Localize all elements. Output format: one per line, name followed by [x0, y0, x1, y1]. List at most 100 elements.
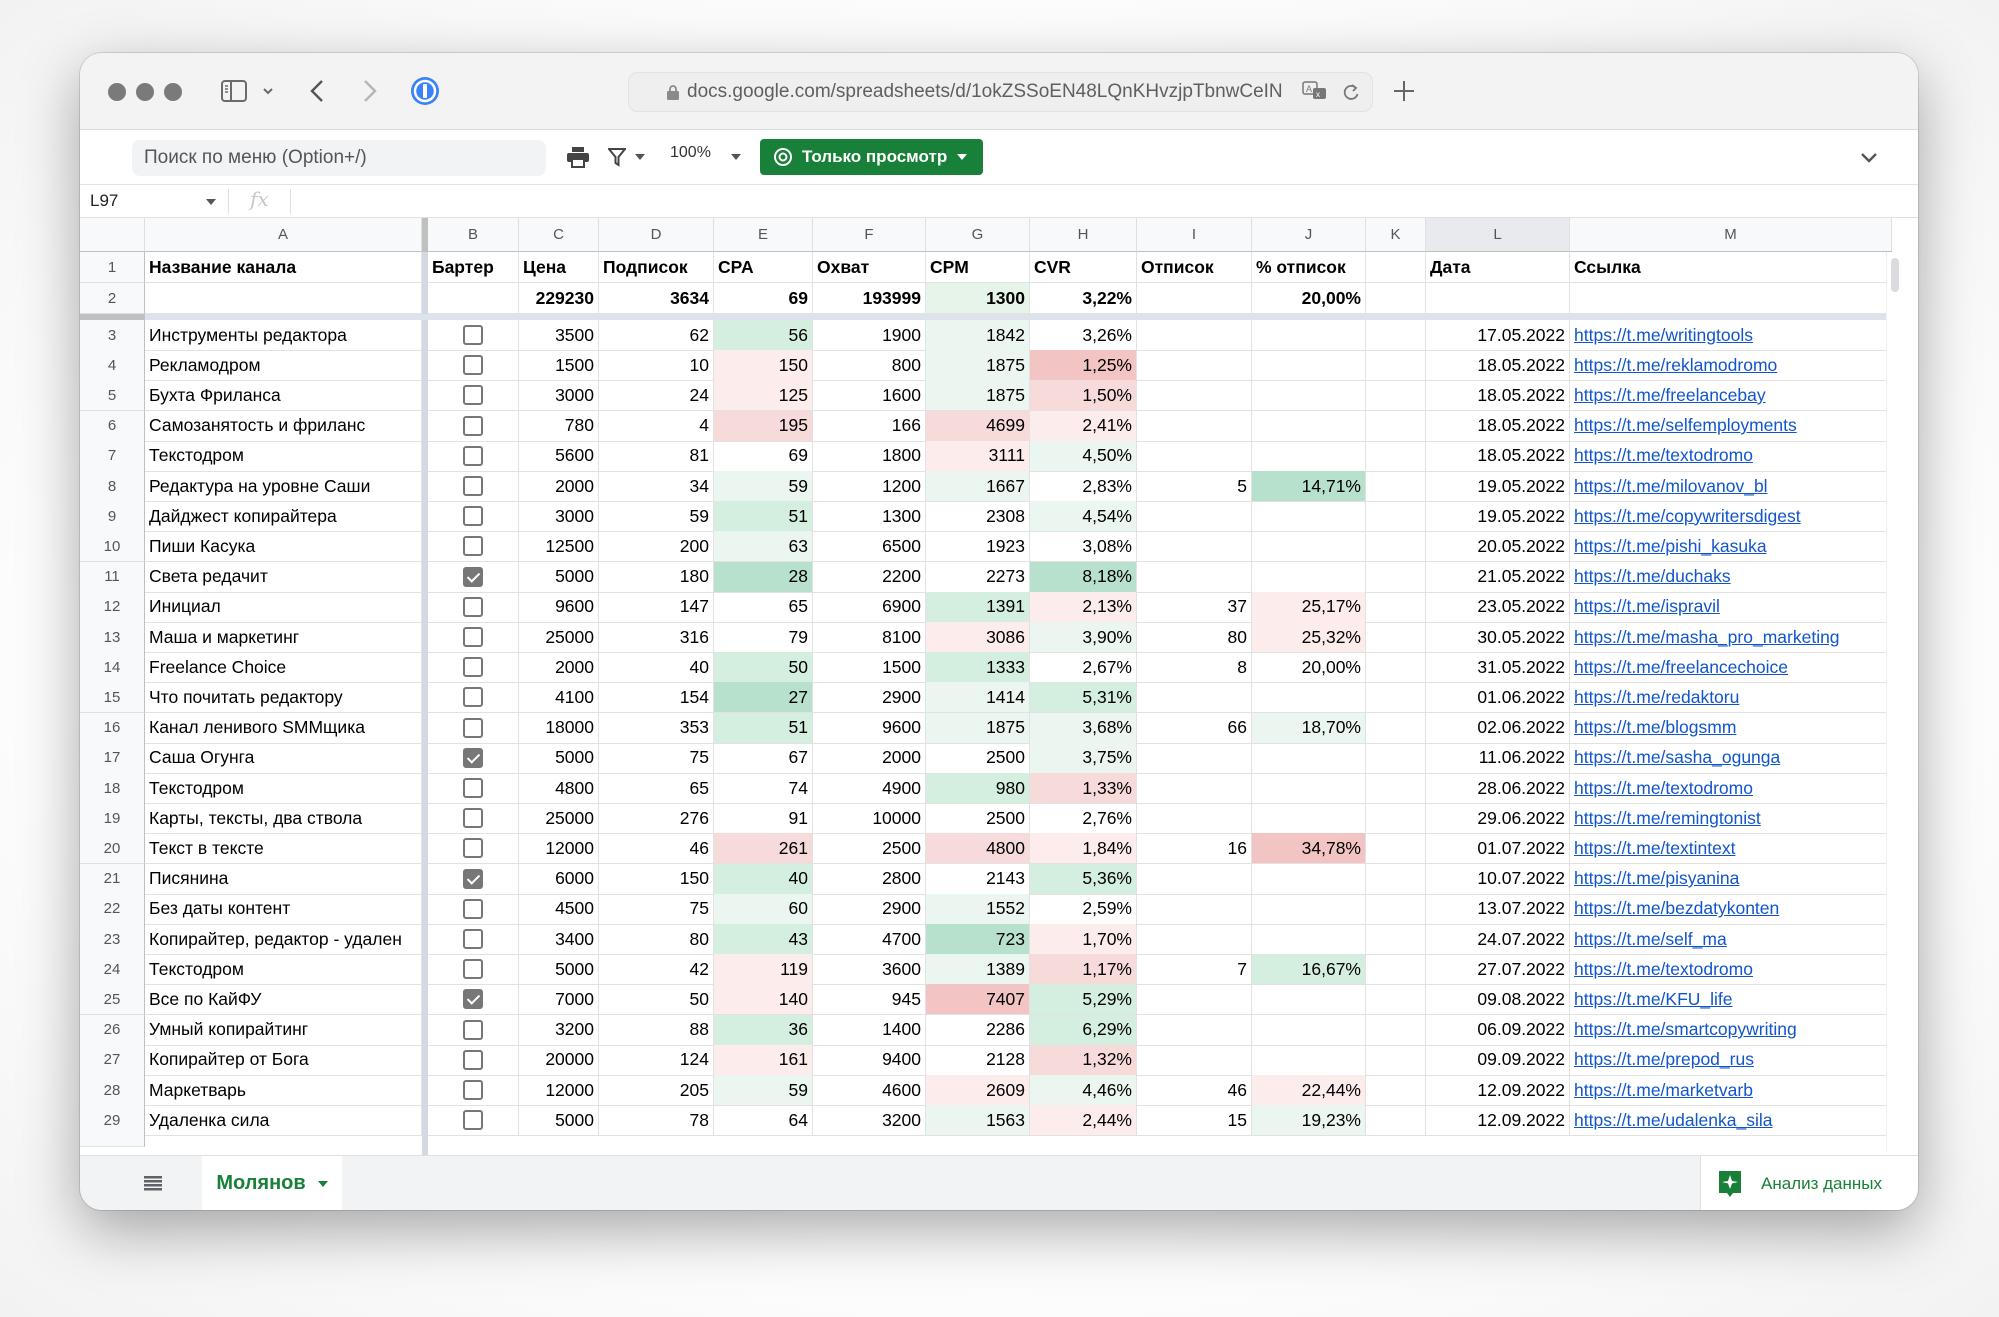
unsubscribe-pct-cell[interactable]: 25,32% — [1252, 622, 1366, 653]
sheet-tab-molyanov[interactable]: Молянов — [202, 1156, 342, 1210]
date-cell[interactable]: 19.05.2022 — [1426, 501, 1570, 533]
checkbox-unchecked[interactable] — [463, 929, 483, 949]
barter-cell[interactable] — [428, 350, 519, 382]
reach-cell[interactable]: 1400 — [813, 1014, 926, 1046]
channel-name-cell[interactable]: Карты, тексты, два ствола — [145, 803, 422, 835]
channel-link[interactable]: https://t.me/sasha_ogunga — [1570, 742, 1892, 774]
unsubscribe-pct-cell[interactable] — [1252, 1014, 1366, 1046]
date-cell[interactable]: 01.07.2022 — [1426, 833, 1570, 865]
cvr-cell[interactable]: 4,46% — [1030, 1075, 1137, 1106]
channel-name-cell[interactable]: Канал ленивого SMMщика — [145, 712, 422, 744]
row-header[interactable]: 24 — [80, 954, 145, 986]
row-header[interactable]: 7 — [80, 440, 145, 472]
unsubscribe-pct-cell[interactable]: 25,17% — [1252, 591, 1366, 623]
reach-cell[interactable]: 2200 — [813, 561, 926, 593]
channel-name-cell[interactable]: Freelance Choice — [145, 652, 422, 684]
reach-cell[interactable]: 9400 — [813, 1044, 926, 1076]
reach-cell[interactable]: 1500 — [813, 652, 926, 684]
channel-link[interactable]: https://t.me/pishi_kasuka — [1570, 531, 1892, 563]
row-header[interactable]: 29 — [80, 1105, 145, 1137]
checkbox-unchecked[interactable] — [463, 385, 483, 406]
total-cell[interactable] — [145, 283, 422, 314]
price-cell[interactable]: 12500 — [519, 531, 599, 563]
close-window-button[interactable] — [108, 83, 126, 101]
cvr-cell[interactable]: 2,44% — [1030, 1105, 1137, 1137]
column-header-c[interactable]: C — [519, 218, 599, 252]
checkbox-unchecked[interactable] — [463, 415, 483, 436]
channel-name-cell[interactable]: Саша Огунга — [145, 742, 422, 774]
unsubscribe-pct-cell[interactable] — [1252, 320, 1366, 351]
channel-name-cell[interactable]: Текстодром — [145, 954, 422, 986]
unsubscribes-cell[interactable]: 66 — [1137, 712, 1252, 744]
barter-cell[interactable] — [428, 1014, 519, 1046]
cpa-cell[interactable]: 125 — [714, 380, 813, 412]
price-cell[interactable]: 4500 — [519, 893, 599, 925]
reach-cell[interactable]: 6900 — [813, 591, 926, 623]
new-tab-icon[interactable] — [1390, 77, 1418, 105]
cvr-cell[interactable]: 2,83% — [1030, 471, 1137, 502]
checkbox-unchecked[interactable] — [463, 778, 483, 798]
barter-cell[interactable] — [428, 773, 519, 804]
price-cell[interactable]: 7000 — [519, 984, 599, 1016]
cpm-cell[interactable]: 4800 — [926, 833, 1030, 865]
cvr-cell[interactable]: 1,33% — [1030, 773, 1137, 804]
checkbox-checked[interactable] — [463, 989, 483, 1010]
reach-cell[interactable]: 8100 — [813, 622, 926, 653]
unsubscribe-pct-cell[interactable]: 16,67% — [1252, 954, 1366, 986]
unsubscribes-cell[interactable] — [1137, 924, 1252, 955]
column-header-m[interactable]: M — [1570, 218, 1892, 252]
checkbox-unchecked[interactable] — [463, 838, 483, 859]
date-cell[interactable]: 12.09.2022 — [1426, 1105, 1570, 1137]
name-box-dropdown-icon[interactable] — [205, 198, 217, 206]
unsubscribe-pct-cell[interactable] — [1252, 984, 1366, 1016]
checkbox-unchecked[interactable] — [463, 355, 483, 376]
date-cell[interactable]: 12.09.2022 — [1426, 1075, 1570, 1106]
empty-cell[interactable] — [1366, 803, 1426, 835]
date-cell[interactable]: 28.06.2022 — [1426, 773, 1570, 804]
cpm-cell[interactable]: 2609 — [926, 1075, 1030, 1106]
subscribers-cell[interactable]: 205 — [599, 1075, 714, 1106]
unsubscribe-pct-cell[interactable] — [1252, 380, 1366, 412]
checkbox-unchecked[interactable] — [463, 325, 483, 345]
cpa-cell[interactable]: 63 — [714, 531, 813, 563]
column-header-i[interactable]: I — [1137, 218, 1252, 252]
cpa-cell[interactable]: 36 — [714, 1014, 813, 1046]
zoom-dropdown-icon[interactable] — [730, 152, 742, 162]
cvr-cell[interactable]: 1,25% — [1030, 350, 1137, 382]
cpm-cell[interactable]: 2286 — [926, 1014, 1030, 1046]
barter-cell[interactable] — [428, 320, 519, 351]
checkbox-unchecked[interactable] — [463, 1049, 483, 1070]
date-cell[interactable]: 23.05.2022 — [1426, 591, 1570, 623]
cvr-cell[interactable]: 4,54% — [1030, 501, 1137, 533]
row-header[interactable]: 9 — [80, 501, 145, 533]
explore-button[interactable]: Анализ данных — [1700, 1156, 1918, 1210]
cpa-cell[interactable]: 119 — [714, 954, 813, 986]
unsubscribe-pct-cell[interactable] — [1252, 803, 1366, 835]
unsubscribes-cell[interactable] — [1137, 1014, 1252, 1046]
reach-cell[interactable]: 9600 — [813, 712, 926, 744]
price-cell[interactable]: 5600 — [519, 440, 599, 472]
barter-cell[interactable] — [428, 561, 519, 593]
column-header-k[interactable]: K — [1366, 218, 1426, 252]
unsubscribes-cell[interactable] — [1137, 803, 1252, 835]
channel-link[interactable]: https://t.me/freelancebay — [1570, 380, 1892, 412]
channel-name-cell[interactable]: Что почитать редактору — [145, 682, 422, 714]
reach-cell[interactable]: 800 — [813, 350, 926, 382]
column-freeze-handle[interactable] — [422, 218, 428, 252]
subscribers-cell[interactable]: 40 — [599, 652, 714, 684]
cpm-cell[interactable]: 1333 — [926, 652, 1030, 684]
total-cell[interactable]: 229230 — [519, 283, 599, 314]
total-cell[interactable] — [1426, 283, 1570, 314]
cpm-cell[interactable]: 980 — [926, 773, 1030, 804]
unsubscribe-pct-cell[interactable] — [1252, 561, 1366, 593]
barter-cell[interactable] — [428, 652, 519, 684]
column-header-j[interactable]: J — [1252, 218, 1366, 252]
unsubscribes-cell[interactable] — [1137, 410, 1252, 442]
unsubscribe-pct-cell[interactable] — [1252, 410, 1366, 442]
channel-link[interactable]: https://t.me/writingtools — [1570, 320, 1892, 351]
channel-name-cell[interactable]: Пиши Касука — [145, 531, 422, 563]
channel-name-cell[interactable]: Дайджест копирайтера — [145, 501, 422, 533]
unsubscribe-pct-cell[interactable] — [1252, 440, 1366, 472]
unsubscribes-cell[interactable] — [1137, 1044, 1252, 1076]
cvr-cell[interactable]: 2,67% — [1030, 652, 1137, 684]
